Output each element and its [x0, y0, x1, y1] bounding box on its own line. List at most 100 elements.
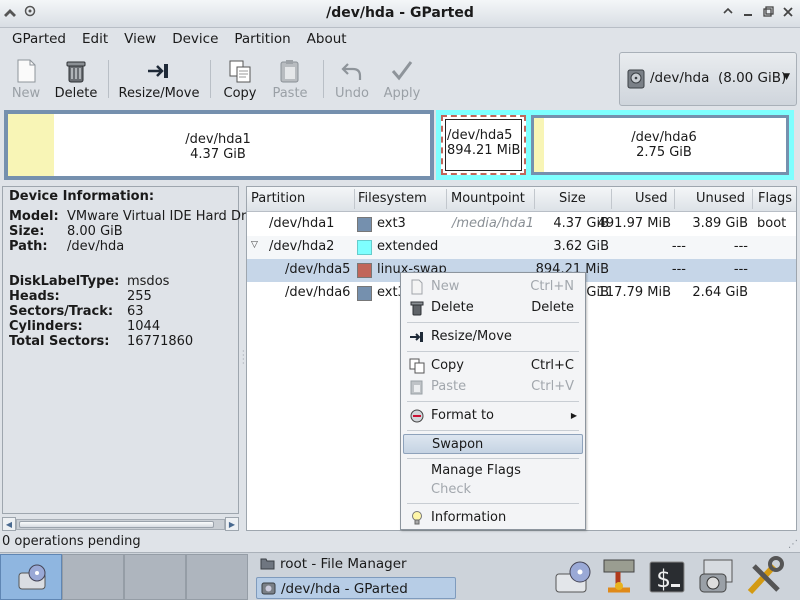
new-document-icon — [13, 58, 39, 84]
cell-filesystem: ext3 — [377, 216, 406, 231]
col-filesystem[interactable]: Filesystem — [358, 191, 427, 206]
info-value: msdos — [127, 274, 170, 289]
ctx-check-item[interactable]: Check — [403, 480, 583, 500]
ctx-manage-flags-item[interactable]: Manage Flags — [403, 461, 583, 481]
apply-button[interactable]: Apply — [372, 56, 432, 102]
col-flags[interactable]: Flags — [758, 191, 792, 206]
title-bar: /dev/hda - GParted — [0, 0, 800, 28]
undo-icon — [339, 58, 365, 84]
menu-separator — [407, 503, 579, 504]
ctx-delete-item[interactable]: Delete Delete — [403, 298, 583, 318]
hard-disk-icon — [627, 69, 645, 93]
info-value: 255 — [127, 289, 152, 304]
cell-flags: boot — [757, 216, 787, 231]
workspace-2[interactable] — [62, 554, 124, 600]
table-row[interactable]: /dev/hda1 ext3 /media/hda1 4.37 GiB 491.… — [247, 213, 796, 236]
ctx-copy-item[interactable]: Copy Ctrl+C — [403, 356, 583, 376]
col-used[interactable]: Used — [635, 191, 668, 206]
folder-icon — [260, 557, 275, 570]
network-icon[interactable] — [598, 556, 640, 598]
tools-icon[interactable] — [744, 556, 786, 598]
cell-mountpoint: /media/hda1 — [452, 216, 534, 231]
submenu-arrow-icon: ▶ — [570, 411, 577, 420]
diskmap-partition-hda5[interactable]: /dev/hda5 894.21 MiB — [441, 115, 526, 175]
info-key: Heads: — [9, 289, 60, 304]
scroll-right-icon[interactable]: ▶ — [225, 517, 239, 531]
menu-separator — [407, 430, 579, 431]
cell-used: --- — [671, 239, 686, 254]
workspace-3[interactable] — [124, 554, 186, 600]
resize-move-button[interactable]: Resize/Move — [116, 56, 202, 102]
ctx-paste-item[interactable]: Paste Ctrl+V — [403, 377, 583, 397]
info-value: 63 — [127, 304, 144, 319]
ctx-new-label: New — [431, 279, 460, 294]
menu-gparted[interactable]: GParted — [4, 28, 74, 52]
ctx-format-to-item[interactable]: Format to ▶ — [403, 406, 583, 426]
info-cylinders: Cylinders: 1044 — [9, 319, 160, 334]
diskmap-extended-hda2[interactable]: /dev/hda5 894.21 MiB /dev/hda6 2.75 GiB — [436, 110, 794, 180]
column-divider — [446, 189, 447, 209]
ctx-new-item[interactable]: New Ctrl+N — [403, 277, 583, 297]
diskmap-hda1-name: /dev/hda1 — [185, 132, 251, 147]
column-divider — [611, 189, 612, 209]
delete-button[interactable]: Delete — [46, 56, 106, 102]
new-document-icon — [409, 279, 425, 295]
taskbar: root - File Manager /dev/hda - GParted $ — [0, 552, 800, 600]
device-info-scrollbar[interactable]: ◀ ▶ — [2, 516, 239, 532]
hard-disk-icon — [261, 582, 276, 595]
filesystem-color-swatch — [357, 263, 372, 278]
cell-partition: /dev/hda6 — [285, 285, 351, 300]
menu-device[interactable]: Device — [164, 28, 226, 52]
ctx-swapon-item[interactable]: Swapon — [403, 434, 583, 454]
terminal-icon[interactable]: $ — [646, 556, 688, 598]
ctx-information-item[interactable]: Information — [403, 508, 583, 528]
scroll-thumb[interactable] — [19, 521, 214, 528]
col-unused[interactable]: Unused — [696, 191, 745, 206]
menu-about[interactable]: About — [299, 28, 355, 52]
menu-view[interactable]: View — [116, 28, 164, 52]
shade-up-icon[interactable] — [720, 6, 736, 22]
ctx-resize-label: Resize/Move — [431, 329, 512, 344]
col-partition[interactable]: Partition — [251, 191, 305, 206]
checkmark-icon — [389, 58, 415, 84]
paste-button[interactable]: Paste — [260, 56, 320, 102]
diskmap-partition-hda6[interactable]: /dev/hda6 2.75 GiB — [531, 115, 789, 175]
ctx-resize-move-item[interactable]: Resize/Move — [403, 327, 583, 347]
camera-icon[interactable] — [696, 556, 738, 598]
info-value: VMware Virtual IDE Hard Dr — [67, 209, 247, 224]
maximize-icon[interactable] — [760, 6, 776, 22]
diskmap-partition-hda1[interactable]: /dev/hda1 4.37 GiB — [4, 110, 434, 180]
scroll-left-icon[interactable]: ◀ — [2, 517, 16, 531]
menu-edit[interactable]: Edit — [74, 28, 116, 52]
device-selector[interactable]: /dev/hda (8.00 GiB) ▼ — [619, 52, 797, 106]
task-gparted[interactable]: /dev/hda - GParted — [256, 577, 456, 599]
cell-partition: /dev/hda2 — [269, 239, 335, 254]
resize-grip-icon[interactable]: ⋰ — [788, 539, 798, 550]
table-row[interactable]: ▽ /dev/hda2 extended 3.62 GiB --- --- — [247, 236, 796, 259]
close-icon[interactable] — [780, 6, 796, 22]
cell-size: 3.62 GiB — [553, 239, 609, 254]
cell-filesystem: extended — [377, 239, 439, 254]
cell-unused: --- — [733, 239, 748, 254]
pane-splitter-handle[interactable]: · · · · — [242, 348, 245, 370]
copy-icon — [409, 358, 425, 374]
workspace-1[interactable] — [0, 554, 62, 600]
info-path: Path: /dev/hda — [9, 239, 124, 254]
tree-expander-icon[interactable]: ▽ — [251, 240, 258, 250]
info-value: 16771860 — [127, 334, 194, 349]
scroll-trough[interactable] — [16, 519, 225, 530]
task-file-manager[interactable]: root - File Manager — [256, 553, 456, 575]
cell-used: 491.97 MiB — [597, 216, 671, 231]
device-selector-label: /dev/hda (8.00 GiB) — [650, 70, 787, 86]
menu-separator — [407, 458, 579, 459]
disk-utility-icon[interactable] — [552, 556, 594, 598]
menu-partition[interactable]: Partition — [226, 28, 298, 52]
col-mountpoint[interactable]: Mountpoint — [451, 191, 525, 206]
info-value: 1044 — [127, 319, 161, 334]
diskmap-hda6-name: /dev/hda6 — [631, 130, 697, 145]
task-label: root - File Manager — [280, 556, 407, 572]
col-size[interactable]: Size — [559, 191, 586, 206]
ctx-paste-label: Paste — [431, 379, 467, 394]
workspace-4[interactable] — [186, 554, 248, 600]
minimize-icon[interactable] — [740, 6, 756, 22]
